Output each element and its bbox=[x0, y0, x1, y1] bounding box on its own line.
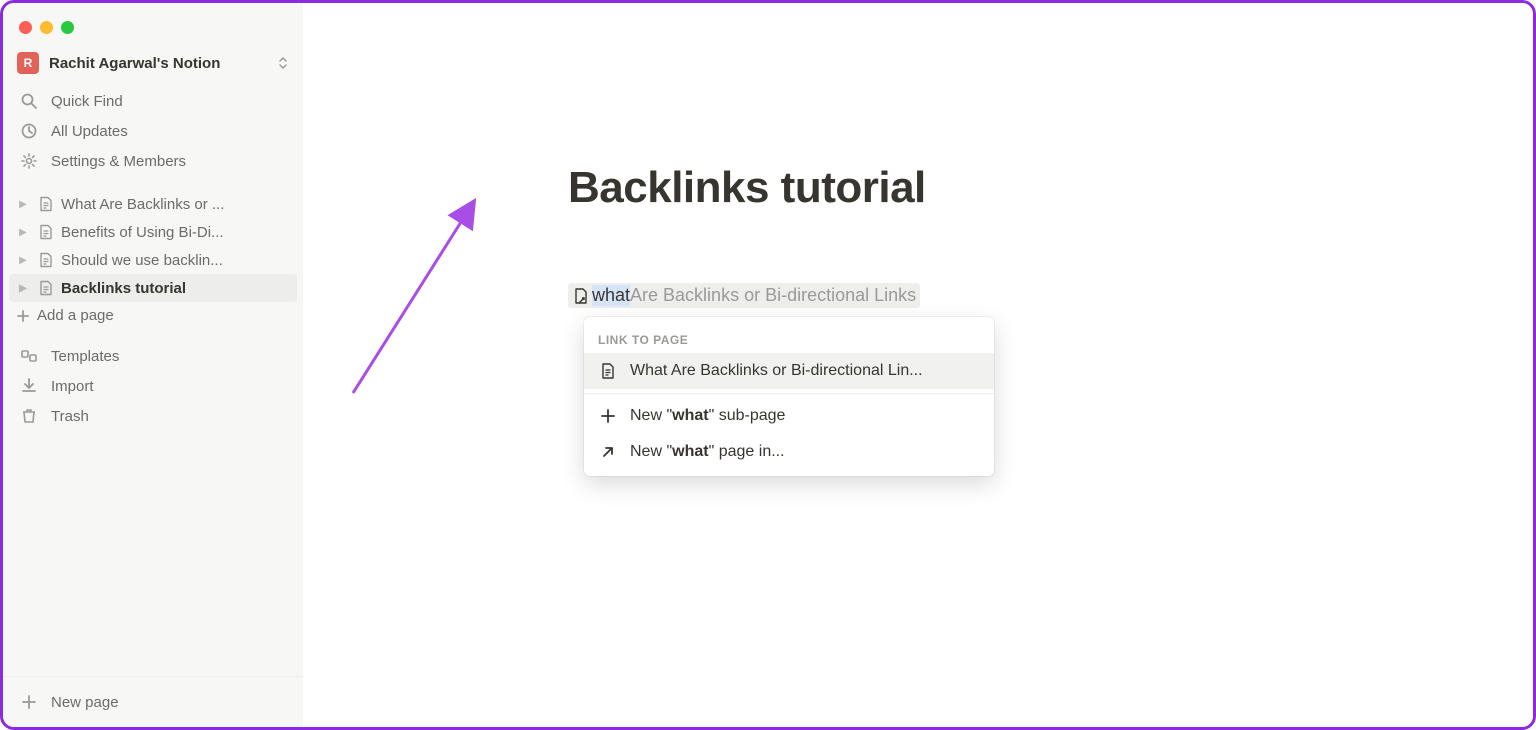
page-label: What Are Backlinks or ... bbox=[61, 196, 224, 213]
templates-icon bbox=[19, 346, 39, 366]
page-icon bbox=[598, 361, 618, 381]
page-label: Should we use backlin... bbox=[61, 252, 223, 269]
workspace-switcher[interactable]: R Rachit Agarwal's Notion bbox=[3, 46, 303, 80]
page-label: Benefits of Using Bi-Di... bbox=[61, 224, 224, 241]
tool-label: Trash bbox=[51, 408, 89, 425]
plus-icon bbox=[598, 406, 618, 426]
page-link-icon bbox=[572, 287, 590, 305]
page-icon bbox=[37, 223, 55, 241]
nav-settings-members[interactable]: Settings & Members bbox=[9, 146, 297, 176]
nav-quick-find[interactable]: Quick Find bbox=[9, 86, 297, 116]
plus-icon bbox=[15, 308, 31, 324]
page-icon bbox=[37, 195, 55, 213]
trash-icon bbox=[19, 406, 39, 426]
sidebar-page-item[interactable]: ▶ Backlinks tutorial bbox=[9, 274, 297, 302]
popup-separator bbox=[584, 393, 994, 394]
clock-icon bbox=[19, 121, 39, 141]
search-icon bbox=[19, 91, 39, 111]
page-content: Backlinks tutorial what Are Backlinks or… bbox=[468, 3, 1368, 310]
popup-result-label: What Are Backlinks or Bi-directional Lin… bbox=[630, 362, 923, 380]
link-input-typed: what bbox=[592, 285, 630, 306]
nav-import[interactable]: Import bbox=[9, 371, 297, 401]
main-content: Backlinks tutorial what Are Backlinks or… bbox=[303, 3, 1533, 727]
sidebar-tools: Templates Import Trash bbox=[3, 329, 303, 431]
new-page-label: New page bbox=[51, 694, 119, 711]
arrow-north-east-icon bbox=[598, 442, 618, 462]
disclosure-icon[interactable]: ▶ bbox=[15, 280, 31, 296]
sidebar-page-item[interactable]: ▶ Benefits of Using Bi-Di... bbox=[9, 218, 297, 246]
add-page-label: Add a page bbox=[37, 307, 114, 324]
popup-heading: LINK TO PAGE bbox=[584, 325, 994, 353]
page-link-input[interactable]: what Are Backlinks or Bi-directional Lin… bbox=[568, 283, 920, 308]
popup-new-subpage-label: New "what" sub-page bbox=[630, 407, 785, 425]
maximize-window-button[interactable] bbox=[61, 21, 74, 34]
workspace-avatar: R bbox=[17, 52, 39, 74]
nav-templates[interactable]: Templates bbox=[9, 341, 297, 371]
add-page[interactable]: Add a page bbox=[9, 302, 297, 329]
plus-icon bbox=[19, 692, 39, 712]
sidebar-page-item[interactable]: ▶ Should we use backlin... bbox=[9, 246, 297, 274]
page-icon bbox=[37, 279, 55, 297]
window-controls bbox=[3, 11, 303, 46]
sidebar: R Rachit Agarwal's Notion Quick Find All… bbox=[3, 3, 303, 727]
popup-new-subpage[interactable]: New "what" sub-page bbox=[584, 398, 994, 434]
nav-label: Settings & Members bbox=[51, 153, 186, 170]
sidebar-nav: Quick Find All Updates Settings & Member… bbox=[3, 80, 303, 182]
chevron-updown-icon bbox=[277, 56, 289, 70]
import-icon bbox=[19, 376, 39, 396]
sidebar-footer: New page bbox=[3, 676, 303, 727]
popup-result-item[interactable]: What Are Backlinks or Bi-directional Lin… bbox=[584, 353, 994, 389]
tool-label: Import bbox=[51, 378, 94, 395]
sidebar-pages: ▶ What Are Backlinks or ... ▶ Benefits o… bbox=[3, 182, 303, 329]
popup-new-page-in-label: New "what" page in... bbox=[630, 443, 785, 461]
link-popup: LINK TO PAGE What Are Backlinks or Bi-di… bbox=[584, 317, 994, 476]
page-label: Backlinks tutorial bbox=[61, 280, 186, 297]
disclosure-icon[interactable]: ▶ bbox=[15, 224, 31, 240]
tool-label: Templates bbox=[51, 348, 119, 365]
popup-new-page-in[interactable]: New "what" page in... bbox=[584, 434, 994, 470]
page-icon bbox=[37, 251, 55, 269]
sidebar-page-item[interactable]: ▶ What Are Backlinks or ... bbox=[9, 190, 297, 218]
disclosure-icon[interactable]: ▶ bbox=[15, 196, 31, 212]
link-input-suggestion: Are Backlinks or Bi-directional Links bbox=[630, 285, 916, 306]
page-title: Backlinks tutorial bbox=[568, 163, 1268, 213]
nav-label: All Updates bbox=[51, 123, 128, 140]
app-window: R Rachit Agarwal's Notion Quick Find All… bbox=[0, 0, 1536, 730]
minimize-window-button[interactable] bbox=[40, 21, 53, 34]
new-page-button[interactable]: New page bbox=[9, 687, 297, 717]
workspace-name: Rachit Agarwal's Notion bbox=[49, 55, 267, 72]
nav-label: Quick Find bbox=[51, 93, 123, 110]
gear-icon bbox=[19, 151, 39, 171]
nav-all-updates[interactable]: All Updates bbox=[9, 116, 297, 146]
nav-trash[interactable]: Trash bbox=[9, 401, 297, 431]
disclosure-icon[interactable]: ▶ bbox=[15, 252, 31, 268]
close-window-button[interactable] bbox=[19, 21, 32, 34]
